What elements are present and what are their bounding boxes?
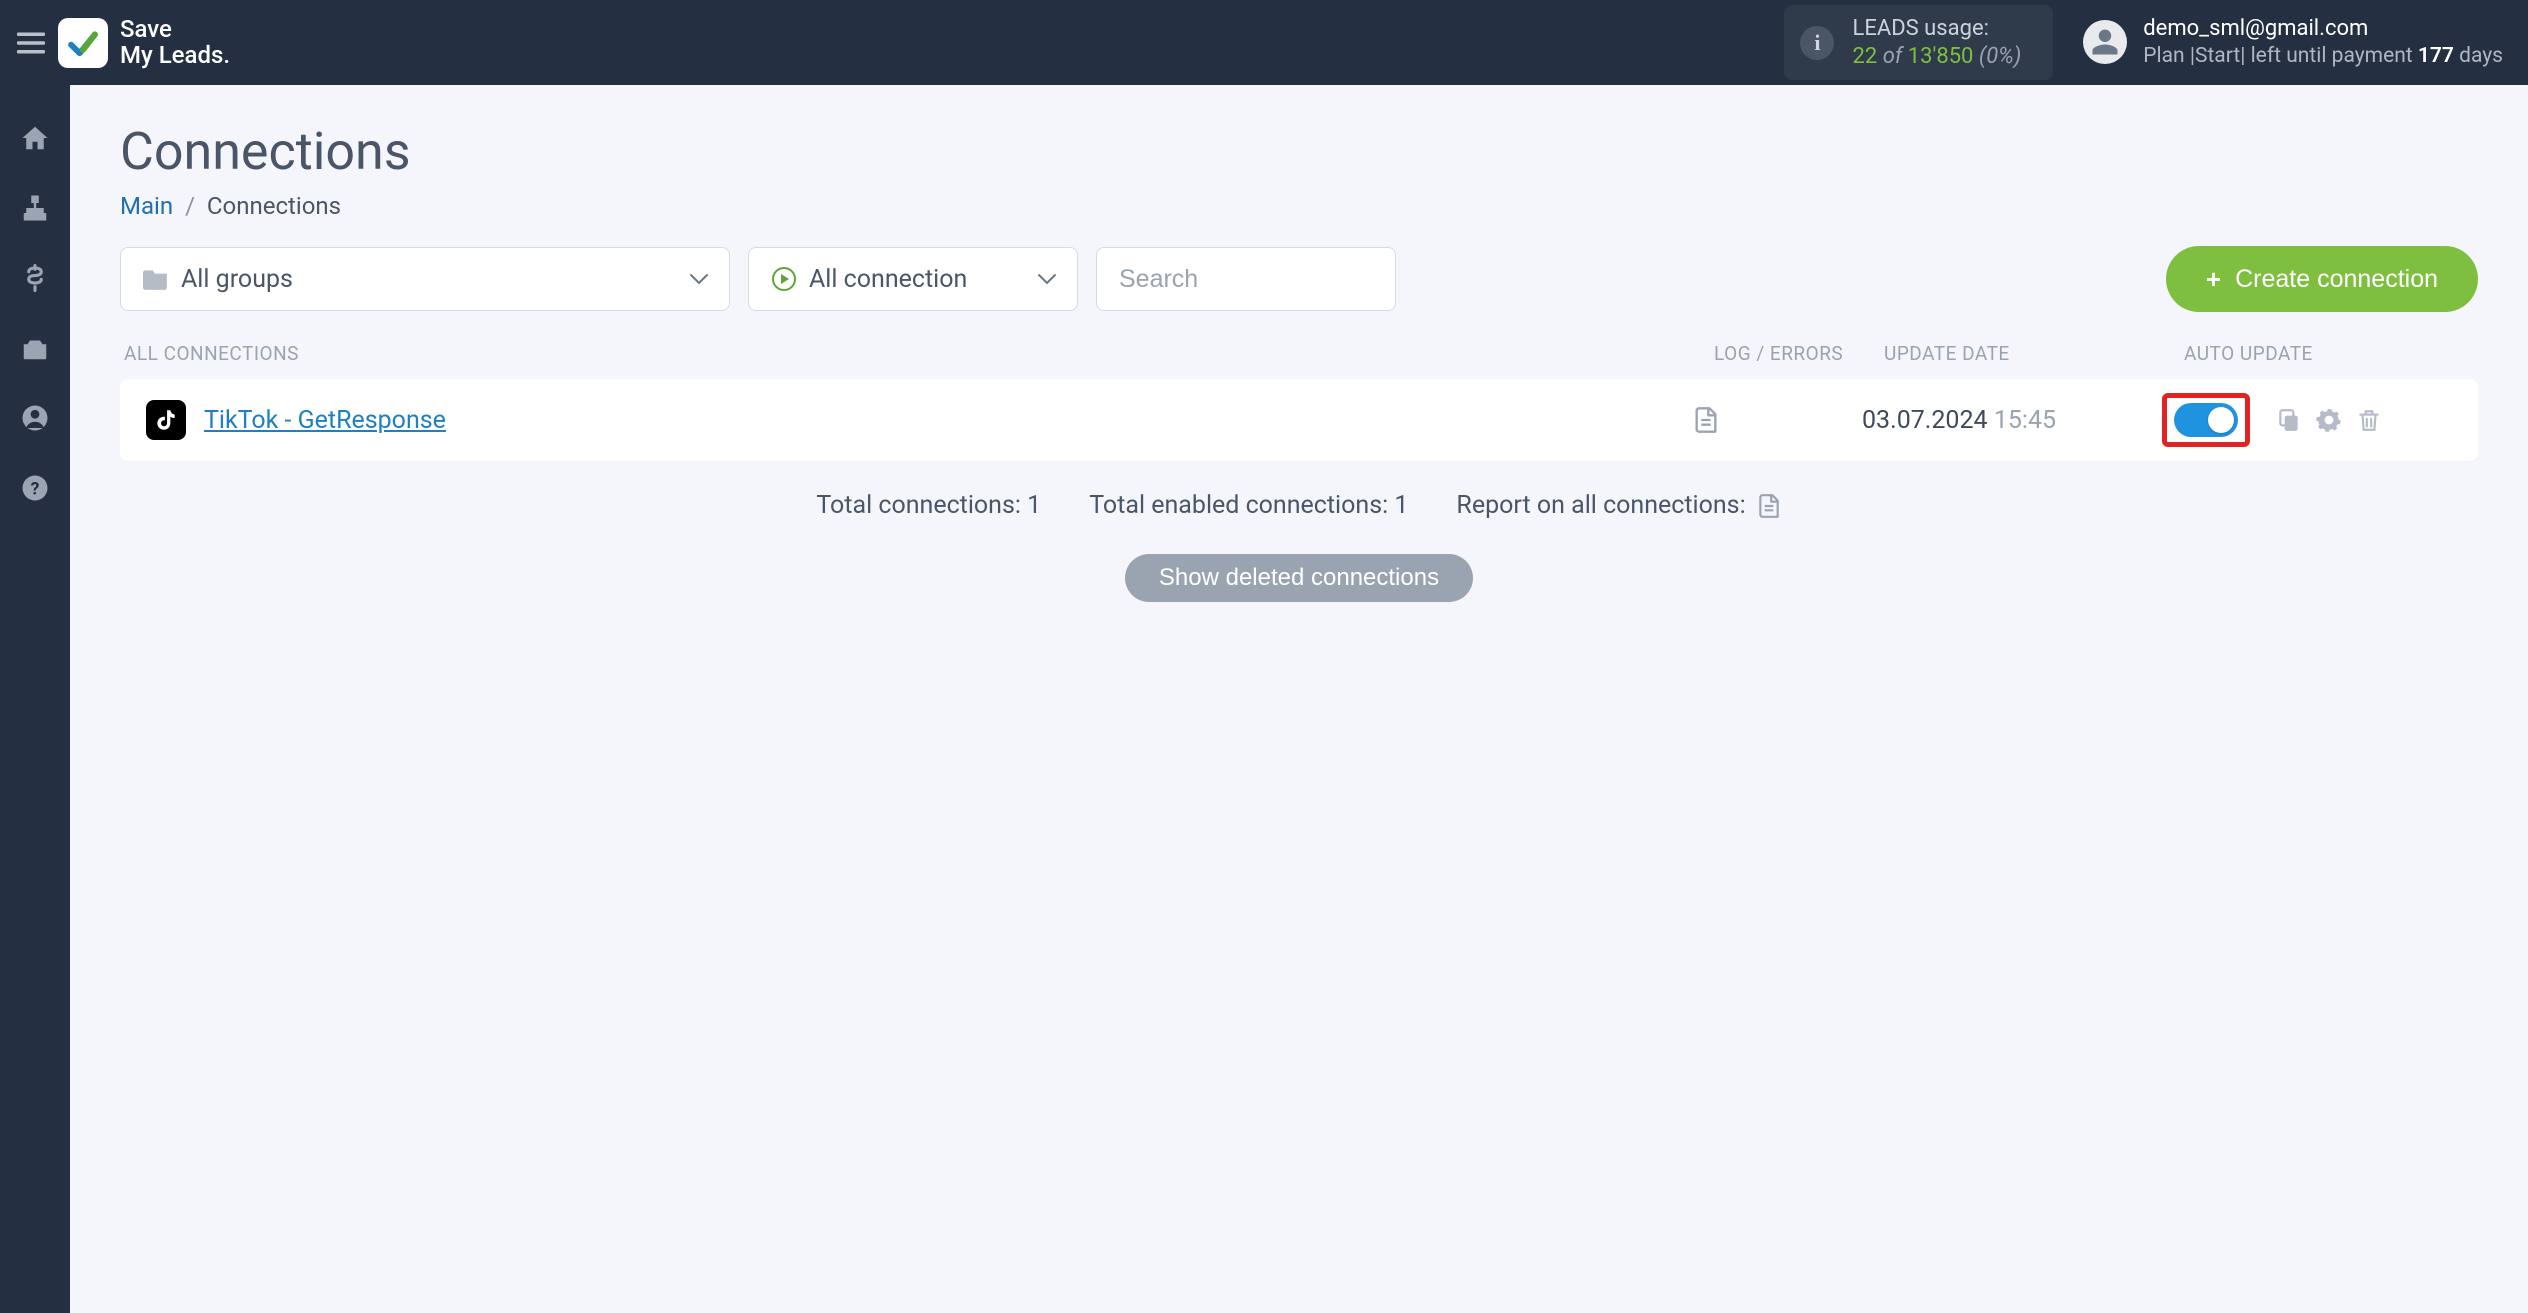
plan-days: 177 [2418, 44, 2454, 68]
plan-mid: | left until payment [2240, 44, 2418, 68]
leads-usage-text: LEADS usage: 22 of 13'850 (0%) [1852, 15, 2021, 70]
breadcrumb: Main / Connections [120, 192, 2478, 220]
leads-usage-box[interactable]: i LEADS usage: 22 of 13'850 (0%) [1784, 5, 2053, 80]
info-icon: i [1800, 26, 1834, 60]
leads-used: 22 [1852, 44, 1877, 69]
groups-select[interactable]: All groups [120, 247, 730, 311]
total-enabled: Total enabled connections: 1 [1089, 491, 1408, 520]
breadcrumb-current: Connections [207, 192, 341, 220]
brand-line2: My Leads. [120, 43, 230, 68]
connection-row: TikTok - GetResponse 03.07.2024 15:45 [120, 379, 2478, 461]
nav-help-icon[interactable]: ? [16, 469, 54, 507]
col-date: Update date [1884, 342, 2184, 365]
gear-icon[interactable] [2314, 405, 2344, 435]
breadcrumb-main[interactable]: Main [120, 192, 173, 220]
total-connections: Total connections: 1 [816, 491, 1041, 520]
col-auto: Auto update [2184, 342, 2474, 365]
svg-text:?: ? [31, 479, 40, 499]
plan-name: Start [2195, 44, 2240, 68]
update-date: 03.07.2024 15:45 [1862, 406, 2162, 435]
leads-total: 13'850 [1908, 44, 1974, 69]
nav-account-icon[interactable] [16, 399, 54, 437]
plus-icon: + [2206, 264, 2221, 295]
brand-logo[interactable] [58, 18, 108, 68]
report-label: Report on all connections: [1456, 491, 1745, 520]
status-label: All connection [809, 265, 967, 294]
col-all: All connections [124, 342, 1714, 365]
leads-label: LEADS usage: [1852, 15, 2021, 43]
status-select[interactable]: All connection [748, 247, 1078, 311]
column-headers: All connections Log / Errors Update date… [120, 332, 2478, 379]
breadcrumb-sep: / [179, 192, 201, 220]
brand-line1: Save [120, 17, 230, 42]
leads-pct: (0%) [1979, 44, 2021, 69]
hamburger-menu-icon[interactable] [12, 24, 50, 62]
trash-icon[interactable] [2354, 405, 2384, 435]
chevron-down-icon [1037, 273, 1057, 285]
row-actions [2274, 405, 2384, 435]
chevron-down-icon [689, 273, 709, 285]
user-menu[interactable]: demo_sml@gmail.com Plan |Start| left unt… [2083, 15, 2503, 71]
nav-billing-icon[interactable] [16, 259, 54, 297]
totals-row: Total connections: 1 Total enabled conne… [120, 491, 2478, 520]
col-log: Log / Errors [1714, 342, 1884, 365]
plan-days-suffix: days [2454, 44, 2503, 68]
auto-update-highlight [2162, 393, 2250, 447]
plan-prefix: Plan | [2143, 44, 2195, 68]
create-connection-button[interactable]: + Create connection [2166, 246, 2478, 312]
show-deleted-button[interactable]: Show deleted connections [1125, 554, 1473, 602]
connection-name[interactable]: TikTok - GetResponse [204, 406, 446, 435]
folder-icon [143, 268, 169, 290]
nav-connections-icon[interactable] [16, 189, 54, 227]
time-value: 15:45 [1994, 406, 2056, 435]
report-file-icon[interactable] [1756, 493, 1782, 519]
groups-label: All groups [181, 265, 293, 294]
tiktok-icon [146, 400, 186, 440]
log-file-icon[interactable] [1692, 406, 1720, 434]
play-circle-icon [771, 266, 797, 292]
create-label: Create connection [2235, 265, 2438, 294]
page-title: Connections [120, 121, 2478, 182]
brand-name: Save My Leads. [120, 17, 230, 67]
main-content: Connections Main / Connections All group… [70, 85, 2528, 1313]
leads-of: of [1883, 44, 1903, 69]
auto-update-toggle[interactable] [2174, 403, 2238, 437]
user-email: demo_sml@gmail.com [2143, 15, 2503, 44]
avatar-icon [2083, 20, 2127, 64]
sidebar: ? [0, 85, 70, 1313]
top-bar: Save My Leads. i LEADS usage: 22 of 13'8… [0, 0, 2528, 85]
search-input[interactable] [1096, 247, 1396, 311]
nav-home-icon[interactable] [16, 119, 54, 157]
copy-icon[interactable] [2274, 405, 2304, 435]
date-value: 03.07.2024 [1862, 406, 1988, 435]
user-info: demo_sml@gmail.com Plan |Start| left unt… [2143, 15, 2503, 71]
nav-toolbox-icon[interactable] [16, 329, 54, 367]
report-all: Report on all connections: [1456, 491, 1781, 520]
